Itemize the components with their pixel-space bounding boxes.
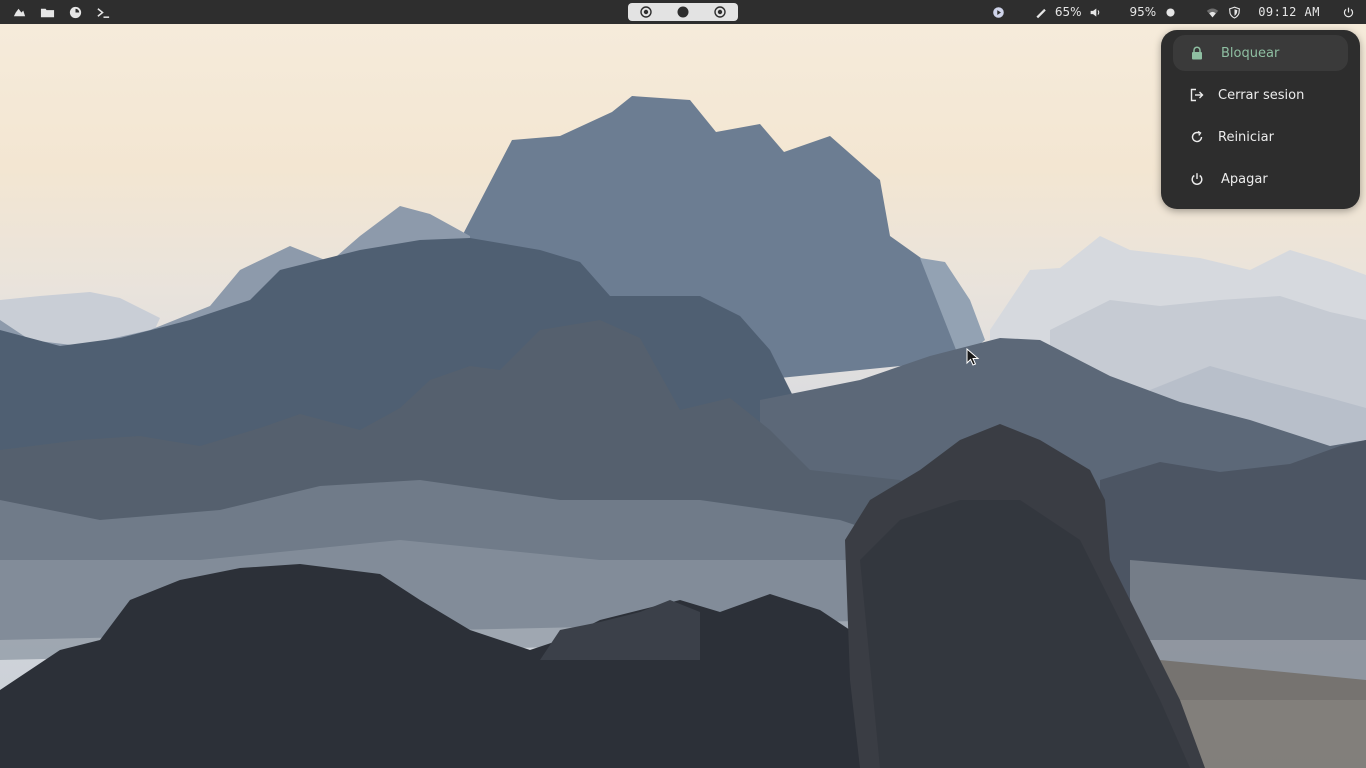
terminal-icon[interactable] bbox=[94, 3, 112, 21]
brightness-pen-icon[interactable] bbox=[1033, 4, 1049, 20]
shield-icon[interactable] bbox=[1226, 4, 1242, 20]
workspace-3-dot[interactable] bbox=[713, 6, 726, 18]
lock-icon bbox=[1187, 43, 1207, 63]
workspace-switcher bbox=[628, 3, 738, 21]
menu-item-bloquear[interactable]: Bloquear bbox=[1173, 35, 1348, 71]
mouse-cursor bbox=[966, 348, 980, 366]
play-circle-icon[interactable] bbox=[991, 4, 1007, 20]
folder-icon[interactable] bbox=[38, 3, 56, 21]
circle-icon[interactable] bbox=[1162, 4, 1178, 20]
menu-item-label: Apagar bbox=[1221, 171, 1268, 187]
logout-icon bbox=[1187, 85, 1207, 105]
wifi-icon[interactable] bbox=[1204, 4, 1220, 20]
menu-item-apagar[interactable]: Apagar bbox=[1173, 161, 1348, 197]
workspace-2-dot[interactable] bbox=[677, 6, 689, 18]
restart-icon bbox=[1187, 127, 1207, 147]
cloud-icon[interactable] bbox=[10, 3, 28, 21]
power-icon[interactable] bbox=[1340, 4, 1356, 20]
workspace-1-dot[interactable] bbox=[640, 6, 653, 18]
status-area: 65% 95% 09:12 AM bbox=[991, 0, 1356, 24]
menu-item-reiniciar[interactable]: Reiniciar bbox=[1173, 119, 1348, 155]
launcher-group bbox=[10, 0, 112, 24]
menu-item-label: Cerrar sesion bbox=[1218, 87, 1305, 103]
clock[interactable]: 09:12 AM bbox=[1258, 5, 1320, 19]
menu-item-label: Bloquear bbox=[1221, 45, 1280, 61]
power-icon bbox=[1187, 169, 1207, 189]
speaker-icon[interactable] bbox=[1088, 4, 1104, 20]
brightness-value: 65% bbox=[1054, 5, 1082, 19]
menu-item-cerrar-sesion[interactable]: Cerrar sesion bbox=[1173, 77, 1348, 113]
power-menu: Bloquear Cerrar sesion Reiniciar Apagar bbox=[1161, 30, 1360, 209]
top-panel: 65% 95% 09:12 AM bbox=[0, 0, 1366, 24]
menu-item-label: Reiniciar bbox=[1218, 129, 1274, 145]
volume-value: 95% bbox=[1129, 5, 1157, 19]
browser-icon[interactable] bbox=[66, 3, 84, 21]
